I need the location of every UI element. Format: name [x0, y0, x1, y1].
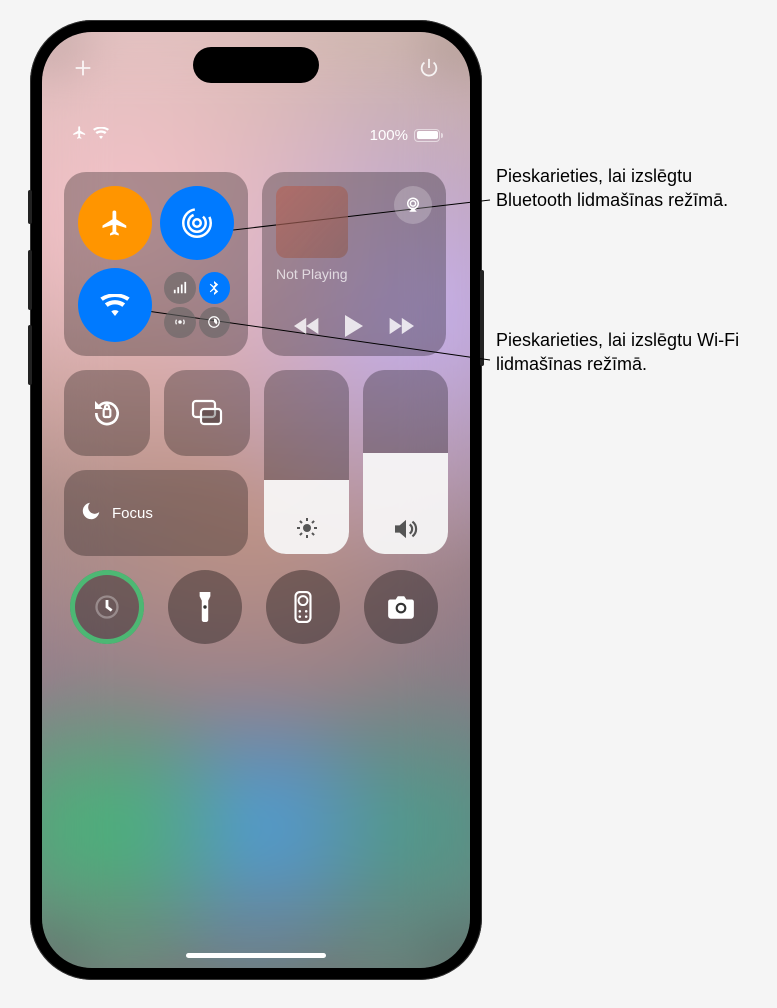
- brightness-icon: [264, 516, 349, 540]
- airplane-mode-toggle[interactable]: [78, 186, 152, 260]
- flashlight-button[interactable]: [168, 570, 242, 644]
- play-icon[interactable]: [344, 315, 364, 342]
- callout-bluetooth: Pieskarieties, lai izslēgtu Bluetooth li…: [496, 164, 771, 213]
- callout-wifi: Pieskarieties, lai izslēgtu Wi-Fi lidmaš…: [496, 328, 771, 377]
- dynamic-island: [193, 47, 319, 83]
- battery-text: 100%: [370, 127, 408, 144]
- rewind-icon[interactable]: [294, 317, 320, 340]
- forward-icon[interactable]: [388, 317, 414, 340]
- add-icon[interactable]: [72, 57, 94, 87]
- satellite-icon: [199, 307, 231, 339]
- home-indicator[interactable]: [186, 953, 326, 958]
- remote-button[interactable]: [266, 570, 340, 644]
- bluetooth-icon: [199, 272, 231, 304]
- airplay-icon[interactable]: [394, 186, 432, 224]
- connectivity-more[interactable]: [160, 268, 234, 342]
- focus-button[interactable]: Focus: [64, 470, 248, 556]
- screen-mirror-button[interactable]: [164, 370, 250, 456]
- wifi-toggle[interactable]: [78, 268, 152, 342]
- connectivity-module: [64, 172, 248, 356]
- volume-icon: [363, 518, 448, 540]
- media-title: Not Playing: [276, 266, 432, 282]
- cellular-icon: [164, 272, 196, 304]
- airdrop-toggle[interactable]: [160, 186, 234, 260]
- focus-label: Focus: [112, 505, 153, 522]
- screen: 100%: [42, 32, 470, 968]
- timer-button[interactable]: [70, 570, 144, 644]
- hotspot-icon: [164, 307, 196, 339]
- iphone-frame: 100%: [30, 20, 482, 980]
- moon-icon: [80, 500, 102, 526]
- brightness-slider[interactable]: [264, 370, 349, 554]
- rotation-lock-button[interactable]: [64, 370, 150, 456]
- volume-slider[interactable]: [363, 370, 448, 554]
- camera-button[interactable]: [364, 570, 438, 644]
- media-artwork: [276, 186, 348, 258]
- airplane-icon: [72, 125, 87, 145]
- battery-icon: [414, 129, 440, 142]
- media-module[interactable]: Not Playing: [262, 172, 446, 356]
- wifi-icon: [93, 126, 109, 144]
- power-icon[interactable]: [418, 57, 440, 87]
- status-bar: 100%: [42, 124, 470, 146]
